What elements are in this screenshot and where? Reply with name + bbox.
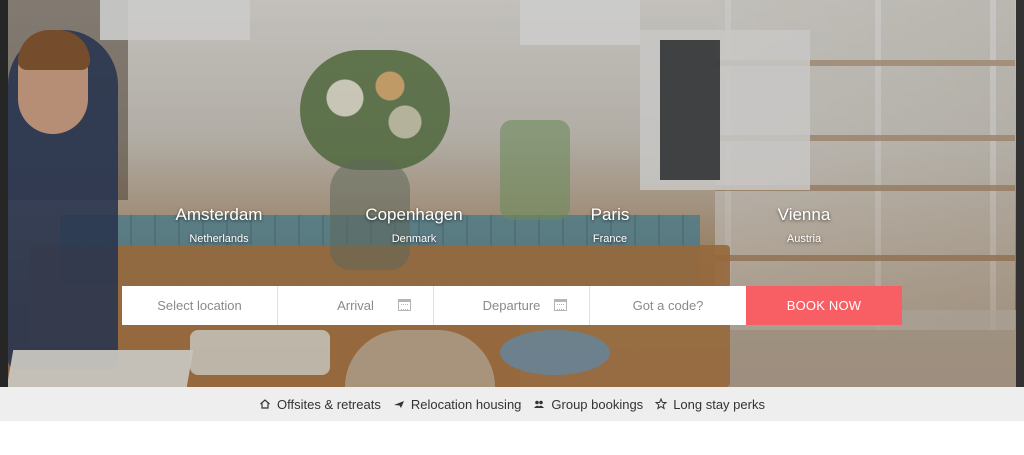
departure-date-field[interactable]: Departure	[434, 286, 590, 325]
calendar-icon	[398, 299, 411, 311]
city-link-copenhagen[interactable]: Copenhagen Denmark	[339, 205, 489, 246]
location-placeholder: Select location	[157, 298, 242, 313]
perk-group[interactable]: Group bookings	[533, 397, 643, 412]
city-name: Copenhagen	[365, 205, 463, 224]
perk-label: Long stay perks	[673, 396, 765, 412]
city-country: Netherlands	[189, 233, 249, 245]
city-name: Paris	[590, 205, 630, 224]
city-country: France	[592, 233, 628, 245]
arrival-date-field[interactable]: Arrival	[278, 286, 434, 325]
arrival-placeholder: Arrival	[337, 298, 374, 313]
departure-placeholder: Departure	[482, 298, 541, 313]
perk-offsites[interactable]: Offsites & retreats	[259, 397, 381, 412]
calendar-icon	[554, 299, 567, 311]
perk-label: Group bookings	[551, 396, 644, 412]
promo-code-input[interactable]: Got a code?	[590, 286, 746, 325]
house-icon	[260, 399, 270, 409]
city-country: Denmark	[391, 233, 437, 245]
book-now-button[interactable]: BOOK NOW	[746, 286, 902, 325]
city-link-amsterdam[interactable]: Amsterdam Netherlands	[144, 205, 294, 246]
star-icon	[655, 398, 668, 410]
location-select[interactable]: Select location	[122, 286, 278, 325]
perk-long-stay[interactable]: Long stay perks	[655, 397, 765, 412]
perks-bar: Offsites & retreats Relocation housing G…	[0, 387, 1024, 421]
city-name: Vienna	[777, 205, 831, 224]
perk-label: Offsites & retreats	[277, 396, 381, 412]
perk-label: Relocation housing	[410, 396, 522, 412]
plane-icon	[393, 401, 404, 408]
city-link-paris[interactable]: Paris France	[535, 205, 685, 246]
group-icon	[534, 400, 545, 408]
city-country: Austria	[786, 233, 822, 245]
booking-form: Select location Arrival Departure Got a …	[122, 286, 902, 325]
city-link-vienna[interactable]: Vienna Austria	[729, 205, 879, 246]
city-name: Amsterdam	[175, 205, 263, 224]
code-placeholder: Got a code?	[632, 298, 704, 313]
image-overlay	[0, 0, 1024, 387]
perk-relocation[interactable]: Relocation housing	[393, 396, 522, 412]
hero-banner: Amsterdam Netherlands Copenhagen Denmark…	[0, 0, 1024, 387]
